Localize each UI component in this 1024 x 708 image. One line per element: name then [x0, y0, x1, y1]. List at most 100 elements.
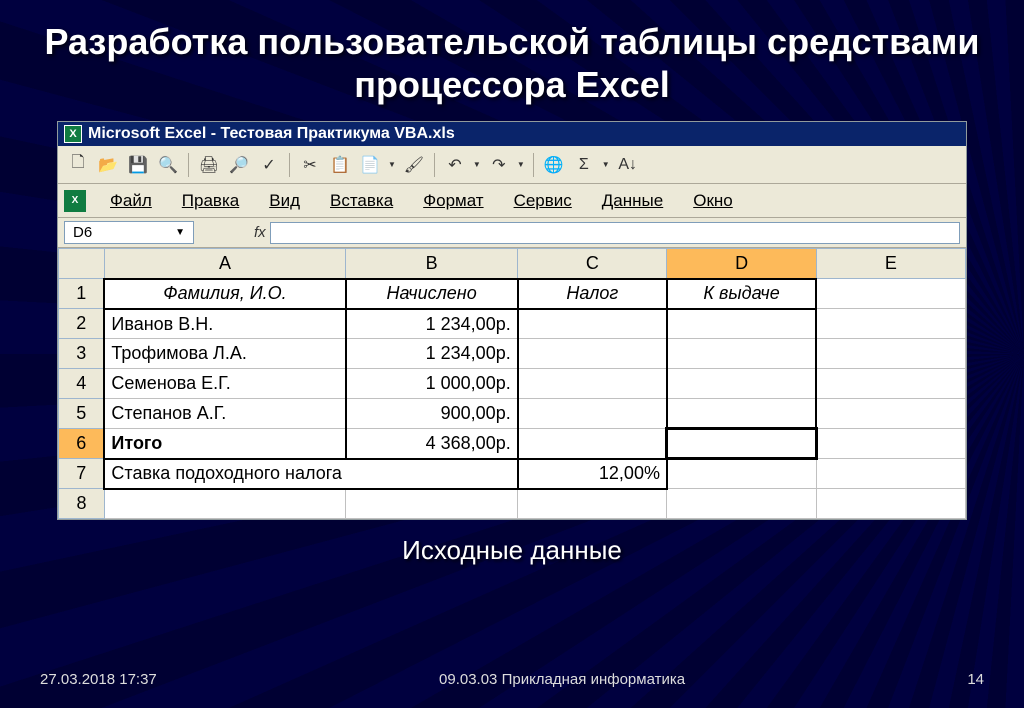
slide-footer: 27.03.2018 17:37 09.03.03 Прикладная инф…	[40, 671, 984, 688]
cell-name[interactable]: Трофимова Л.А.	[104, 339, 345, 369]
menu-format[interactable]: Формат	[409, 187, 497, 215]
print-icon[interactable]: 🖨	[195, 151, 223, 179]
print-preview-icon[interactable]: 🔎	[225, 151, 253, 179]
cell-e5[interactable]	[816, 399, 965, 429]
col-header-a[interactable]: A	[104, 249, 345, 279]
menu-tools[interactable]: Сервис	[500, 187, 586, 215]
formula-input[interactable]	[270, 222, 960, 244]
row-header-4[interactable]: 4	[59, 369, 105, 399]
cell-e3[interactable]	[816, 339, 965, 369]
paste-dropdown-icon[interactable]: ▼	[386, 160, 398, 169]
col-header-c[interactable]: C	[518, 249, 667, 279]
name-box-dropdown-icon[interactable]: ▼	[175, 227, 185, 238]
menu-window[interactable]: Окно	[679, 187, 747, 215]
cell-payout[interactable]	[667, 309, 816, 339]
cut-icon[interactable]: ✂	[296, 151, 324, 179]
select-all-corner[interactable]	[59, 249, 105, 279]
permission-icon[interactable]: 🔍	[154, 151, 182, 179]
menu-file[interactable]: Файл	[96, 187, 166, 215]
row-header-1[interactable]: 1	[59, 279, 105, 309]
sort-icon[interactable]: A↓	[614, 151, 642, 179]
slide-title: Разработка пользовательской таблицы сред…	[40, 20, 984, 106]
cell-total-value[interactable]: 4 368,00р.	[346, 429, 518, 459]
col-header-d[interactable]: D	[667, 249, 816, 279]
redo-icon[interactable]: ↷	[485, 151, 513, 179]
open-file-icon[interactable]: 📂	[94, 151, 122, 179]
autosum-dropdown-icon[interactable]: ▼	[600, 160, 612, 169]
cell-total-payout-selected[interactable]	[667, 429, 816, 459]
cell-accrued[interactable]: 1 234,00р.	[346, 309, 518, 339]
cell-accrued[interactable]: 1 000,00р.	[346, 369, 518, 399]
copy-icon[interactable]: 📋	[326, 151, 354, 179]
fx-label[interactable]: fx	[254, 224, 266, 241]
row-header-3[interactable]: 3	[59, 339, 105, 369]
menu-edit[interactable]: Правка	[168, 187, 253, 215]
cell-d7[interactable]	[667, 459, 816, 489]
footer-date: 27.03.2018 17:37	[40, 671, 157, 688]
cell-payout[interactable]	[667, 399, 816, 429]
new-file-icon[interactable]: 🗋	[64, 151, 92, 179]
cell-tax[interactable]	[518, 369, 667, 399]
table-row: 2 Иванов В.Н. 1 234,00р.	[59, 309, 966, 339]
header-accrued[interactable]: Начислено	[346, 279, 518, 309]
excel-menu-icon[interactable]: X	[64, 190, 86, 212]
paste-icon[interactable]: 📄	[356, 151, 384, 179]
cell-e8[interactable]	[816, 489, 965, 519]
cell-payout[interactable]	[667, 369, 816, 399]
row-header-6[interactable]: 6	[59, 429, 105, 459]
cell-e1[interactable]	[816, 279, 965, 309]
row-header-7[interactable]: 7	[59, 459, 105, 489]
cell-accrued[interactable]: 1 234,00р.	[346, 339, 518, 369]
table-row-rate: 7 Ставка подоходного налога 12,00%	[59, 459, 966, 489]
window-title-text: Microsoft Excel - Тестовая Практикума VB…	[88, 125, 455, 143]
header-tax[interactable]: Налог	[518, 279, 667, 309]
toolbar-separator	[533, 153, 534, 177]
autosum-icon[interactable]: Σ	[570, 151, 598, 179]
undo-dropdown-icon[interactable]: ▼	[471, 160, 483, 169]
cell-e2[interactable]	[816, 309, 965, 339]
cell-tax[interactable]	[518, 399, 667, 429]
cell-name[interactable]: Иванов В.Н.	[104, 309, 345, 339]
cell-tax[interactable]	[518, 339, 667, 369]
cell-c8[interactable]	[518, 489, 667, 519]
toolbar-separator	[434, 153, 435, 177]
cell-total-tax[interactable]	[518, 429, 667, 459]
excel-window: X Microsoft Excel - Тестовая Практикума …	[57, 121, 967, 520]
redo-dropdown-icon[interactable]: ▼	[515, 160, 527, 169]
header-name[interactable]: Фамилия, И.О.	[104, 279, 345, 309]
col-header-e[interactable]: E	[816, 249, 965, 279]
cell-rate-label[interactable]: Ставка подоходного налога	[104, 459, 517, 489]
cell-name[interactable]: Семенова Е.Г.	[104, 369, 345, 399]
cell-b8[interactable]	[346, 489, 518, 519]
save-icon[interactable]: 💾	[124, 151, 152, 179]
row-header-5[interactable]: 5	[59, 399, 105, 429]
hyperlink-icon[interactable]: 🌐	[540, 151, 568, 179]
cell-total-label[interactable]: Итого	[104, 429, 345, 459]
window-titlebar: X Microsoft Excel - Тестовая Практикума …	[58, 122, 966, 146]
undo-icon[interactable]: ↶	[441, 151, 469, 179]
cell-payout[interactable]	[667, 339, 816, 369]
format-painter-icon[interactable]: 🖌	[400, 151, 428, 179]
cell-d8[interactable]	[667, 489, 816, 519]
table-row: 5 Степанов А.Г. 900,00р.	[59, 399, 966, 429]
row-header-2[interactable]: 2	[59, 309, 105, 339]
cell-e6[interactable]	[816, 429, 965, 459]
formula-bar: D6 ▼ fx	[58, 218, 966, 248]
cell-e4[interactable]	[816, 369, 965, 399]
table-row-total: 6 Итого 4 368,00р.	[59, 429, 966, 459]
header-payout[interactable]: К выдаче	[667, 279, 816, 309]
name-box[interactable]: D6 ▼	[64, 221, 194, 244]
row-header-8[interactable]: 8	[59, 489, 105, 519]
menu-view[interactable]: Вид	[255, 187, 314, 215]
cell-tax[interactable]	[518, 309, 667, 339]
cell-name[interactable]: Степанов А.Г.	[104, 399, 345, 429]
cell-accrued[interactable]: 900,00р.	[346, 399, 518, 429]
menu-insert[interactable]: Вставка	[316, 187, 407, 215]
menu-data[interactable]: Данные	[588, 187, 677, 215]
col-header-b[interactable]: B	[346, 249, 518, 279]
name-box-value: D6	[73, 224, 92, 241]
cell-a8[interactable]	[104, 489, 345, 519]
spellcheck-icon[interactable]: ✓	[255, 151, 283, 179]
cell-rate-value[interactable]: 12,00%	[518, 459, 667, 489]
cell-e7[interactable]	[816, 459, 965, 489]
